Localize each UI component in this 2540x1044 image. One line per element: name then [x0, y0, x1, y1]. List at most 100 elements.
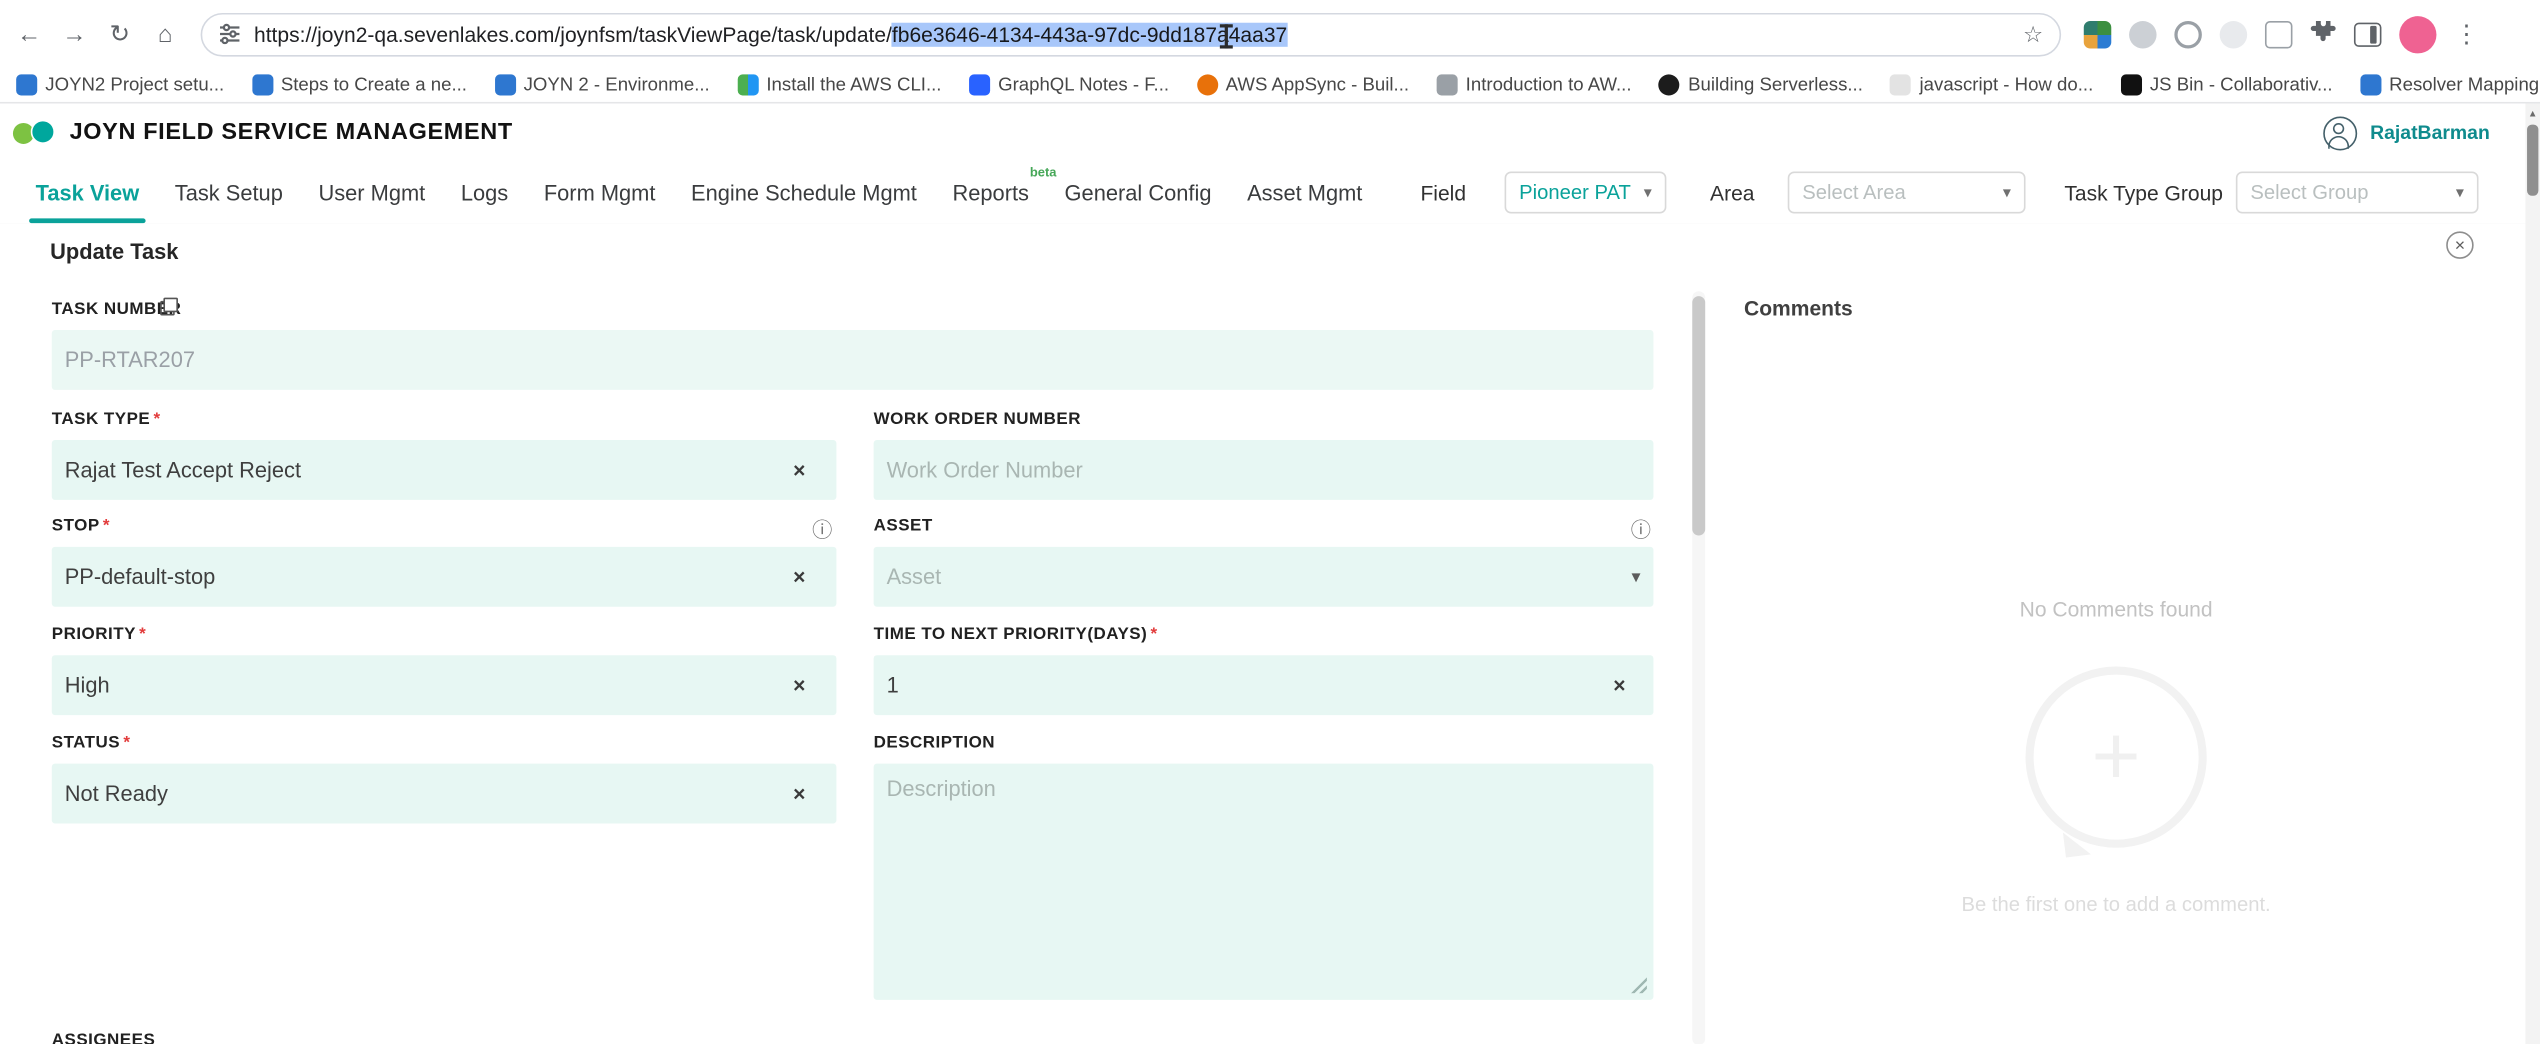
home-icon[interactable]: ⌂: [142, 11, 187, 56]
form-scrollbar-thumb[interactable]: [1692, 296, 1705, 535]
add-comment-watermark-icon: +: [2026, 667, 2207, 848]
task-type-input[interactable]: [52, 440, 837, 500]
work-order-input[interactable]: [874, 440, 1654, 500]
field-select[interactable]: Pioneer PAT ▾: [1505, 171, 1667, 213]
form-scrollbar[interactable]: [1692, 291, 1705, 1044]
bookmark-favicon: [1437, 74, 1458, 95]
asset-info-icon[interactable]: ⓘ: [1631, 513, 1651, 544]
extension-icon[interactable]: [2220, 20, 2248, 48]
site-settings-icon[interactable]: [218, 23, 241, 46]
bookmark-favicon: [737, 74, 758, 95]
copy-icon[interactable]: [160, 298, 178, 316]
extension-icon[interactable]: [2265, 20, 2293, 48]
bookmark-favicon: [252, 74, 273, 95]
description-textarea[interactable]: [874, 764, 1654, 1000]
browser-window: ← → ↻ ⌂ https://joyn2-qa.sevenlakes.com/…: [0, 0, 2540, 1044]
time-to-next-priority-label-text: TIME TO NEXT PRIORITY(DAYS): [874, 624, 1148, 643]
bookmark-label: GraphQL Notes - F...: [998, 75, 1169, 94]
extension-icon[interactable]: [2129, 20, 2157, 48]
scroll-up-icon[interactable]: ▲: [2525, 105, 2540, 123]
priority-input[interactable]: [52, 655, 837, 715]
bookmark-item[interactable]: JOYN 2 - Environme...: [495, 74, 710, 95]
browser-profile-avatar[interactable]: [2399, 15, 2436, 52]
beta-badge: beta: [1030, 165, 1057, 180]
bookmark-favicon: [495, 74, 516, 95]
priority-label: PRIORITY*: [52, 624, 146, 643]
asset-select-placeholder: Asset: [887, 565, 942, 589]
forward-icon[interactable]: →: [52, 11, 97, 56]
bookmark-favicon: [2121, 74, 2142, 95]
page-title: Update Task: [50, 239, 178, 263]
bookmarks-bar: JOYN2 Project setu... Steps to Create a …: [0, 68, 2540, 104]
bookmark-item[interactable]: JOYN2 Project setu...: [16, 74, 224, 95]
page-scrollbar[interactable]: ▲: [2525, 104, 2540, 1044]
required-mark: *: [139, 624, 146, 643]
bookmark-label: JOYN2 Project setu...: [45, 75, 224, 94]
extension-icon[interactable]: [2084, 20, 2112, 48]
field-label: Field: [1420, 181, 1466, 205]
tab-form-mgmt[interactable]: Form Mgmt: [544, 162, 656, 223]
stop-info-icon[interactable]: ⓘ: [812, 513, 832, 544]
required-mark: *: [103, 516, 110, 535]
address-bar[interactable]: https://joyn2-qa.sevenlakes.com/joynfsm/…: [201, 12, 2062, 56]
asset-select[interactable]: Asset ▾: [874, 547, 1654, 607]
page-scrollbar-thumb[interactable]: [2527, 125, 2538, 196]
stop-input[interactable]: [52, 547, 837, 607]
app-header: JOYN FIELD SERVICE MANAGEMENT RajatBarma…: [0, 104, 2525, 162]
tab-logs[interactable]: Logs: [461, 162, 508, 223]
bookmark-item[interactable]: Introduction to AW...: [1437, 74, 1632, 95]
bookmark-item[interactable]: Install the AWS CLI...: [737, 74, 941, 95]
reload-icon[interactable]: ↻: [97, 11, 142, 56]
area-select[interactable]: Select Area ▾: [1788, 171, 2026, 213]
bookmark-item[interactable]: GraphQL Notes - F...: [969, 74, 1169, 95]
bookmark-label: Resolver Mapping T...: [2389, 75, 2540, 94]
tab-task-setup[interactable]: Task Setup: [175, 162, 283, 223]
extension-icon[interactable]: [2174, 20, 2202, 48]
required-mark: *: [123, 733, 130, 752]
bookmark-favicon: [1659, 74, 1680, 95]
bookmark-item[interactable]: Steps to Create a ne...: [252, 74, 467, 95]
main-nav: Task View Task Setup User Mgmt Logs Form…: [0, 162, 2525, 225]
extensions-puzzle-icon[interactable]: [2310, 17, 2336, 51]
bookmark-item[interactable]: AWS AppSync - Buil...: [1197, 74, 1409, 95]
browser-menu-icon[interactable]: ⋮: [2454, 19, 2491, 48]
required-mark: *: [1150, 624, 1157, 643]
clear-status-icon[interactable]: ×: [788, 781, 811, 805]
clear-stop-icon[interactable]: ×: [788, 565, 811, 589]
stop-label: STOP*: [52, 516, 110, 535]
tab-task-view[interactable]: Task View: [36, 162, 140, 223]
bookmark-label: Steps to Create a ne...: [281, 75, 467, 94]
plus-icon: +: [2092, 715, 2141, 799]
clear-priority-icon[interactable]: ×: [788, 673, 811, 697]
clear-time-to-next-priority-icon[interactable]: ×: [1608, 673, 1631, 697]
bookmark-star-icon[interactable]: ☆: [2023, 20, 2043, 48]
tab-general-config[interactable]: General Config: [1065, 162, 1212, 223]
comments-hint-text: Be the first one to add a comment.: [1760, 893, 2472, 916]
bookmark-item[interactable]: Resolver Mapping T...: [2360, 74, 2540, 95]
status-input[interactable]: [52, 764, 837, 824]
tab-asset-mgmt[interactable]: Asset Mgmt: [1247, 162, 1362, 223]
tab-user-mgmt[interactable]: User Mgmt: [318, 162, 425, 223]
back-icon[interactable]: ←: [6, 11, 51, 56]
chevron-down-icon: ▾: [1631, 184, 1652, 202]
bookmark-favicon: [969, 74, 990, 95]
joyn-logo-icon: [13, 121, 57, 145]
stop-label-text: STOP: [52, 516, 100, 535]
tab-engine-schedule-mgmt[interactable]: Engine Schedule Mgmt: [691, 162, 917, 223]
bookmark-item[interactable]: JS Bin - Collaborativ...: [2121, 74, 2333, 95]
bookmark-item[interactable]: javascript - How do...: [1890, 74, 2093, 95]
task-type-group-select-value: Select Group: [2250, 181, 2368, 204]
bookmark-item[interactable]: Building Serverless...: [1659, 74, 1863, 95]
bookmark-label: Install the AWS CLI...: [766, 75, 941, 94]
assignees-label: ASSIGNEES: [52, 1031, 155, 1044]
tab-reports[interactable]: Reportsbeta: [952, 162, 1028, 223]
time-to-next-priority-input[interactable]: [874, 655, 1654, 715]
toolbar-extensions: ⋮: [2084, 15, 2492, 52]
task-type-label-text: TASK TYPE: [52, 409, 150, 428]
user-menu[interactable]: RajatBarman: [2323, 116, 2490, 150]
required-mark: *: [153, 409, 160, 428]
clear-task-type-icon[interactable]: ×: [788, 458, 811, 482]
task-type-group-select[interactable]: Select Group ▾: [2236, 171, 2479, 213]
close-icon[interactable]: ×: [2446, 231, 2474, 259]
side-panel-icon[interactable]: [2354, 22, 2382, 46]
